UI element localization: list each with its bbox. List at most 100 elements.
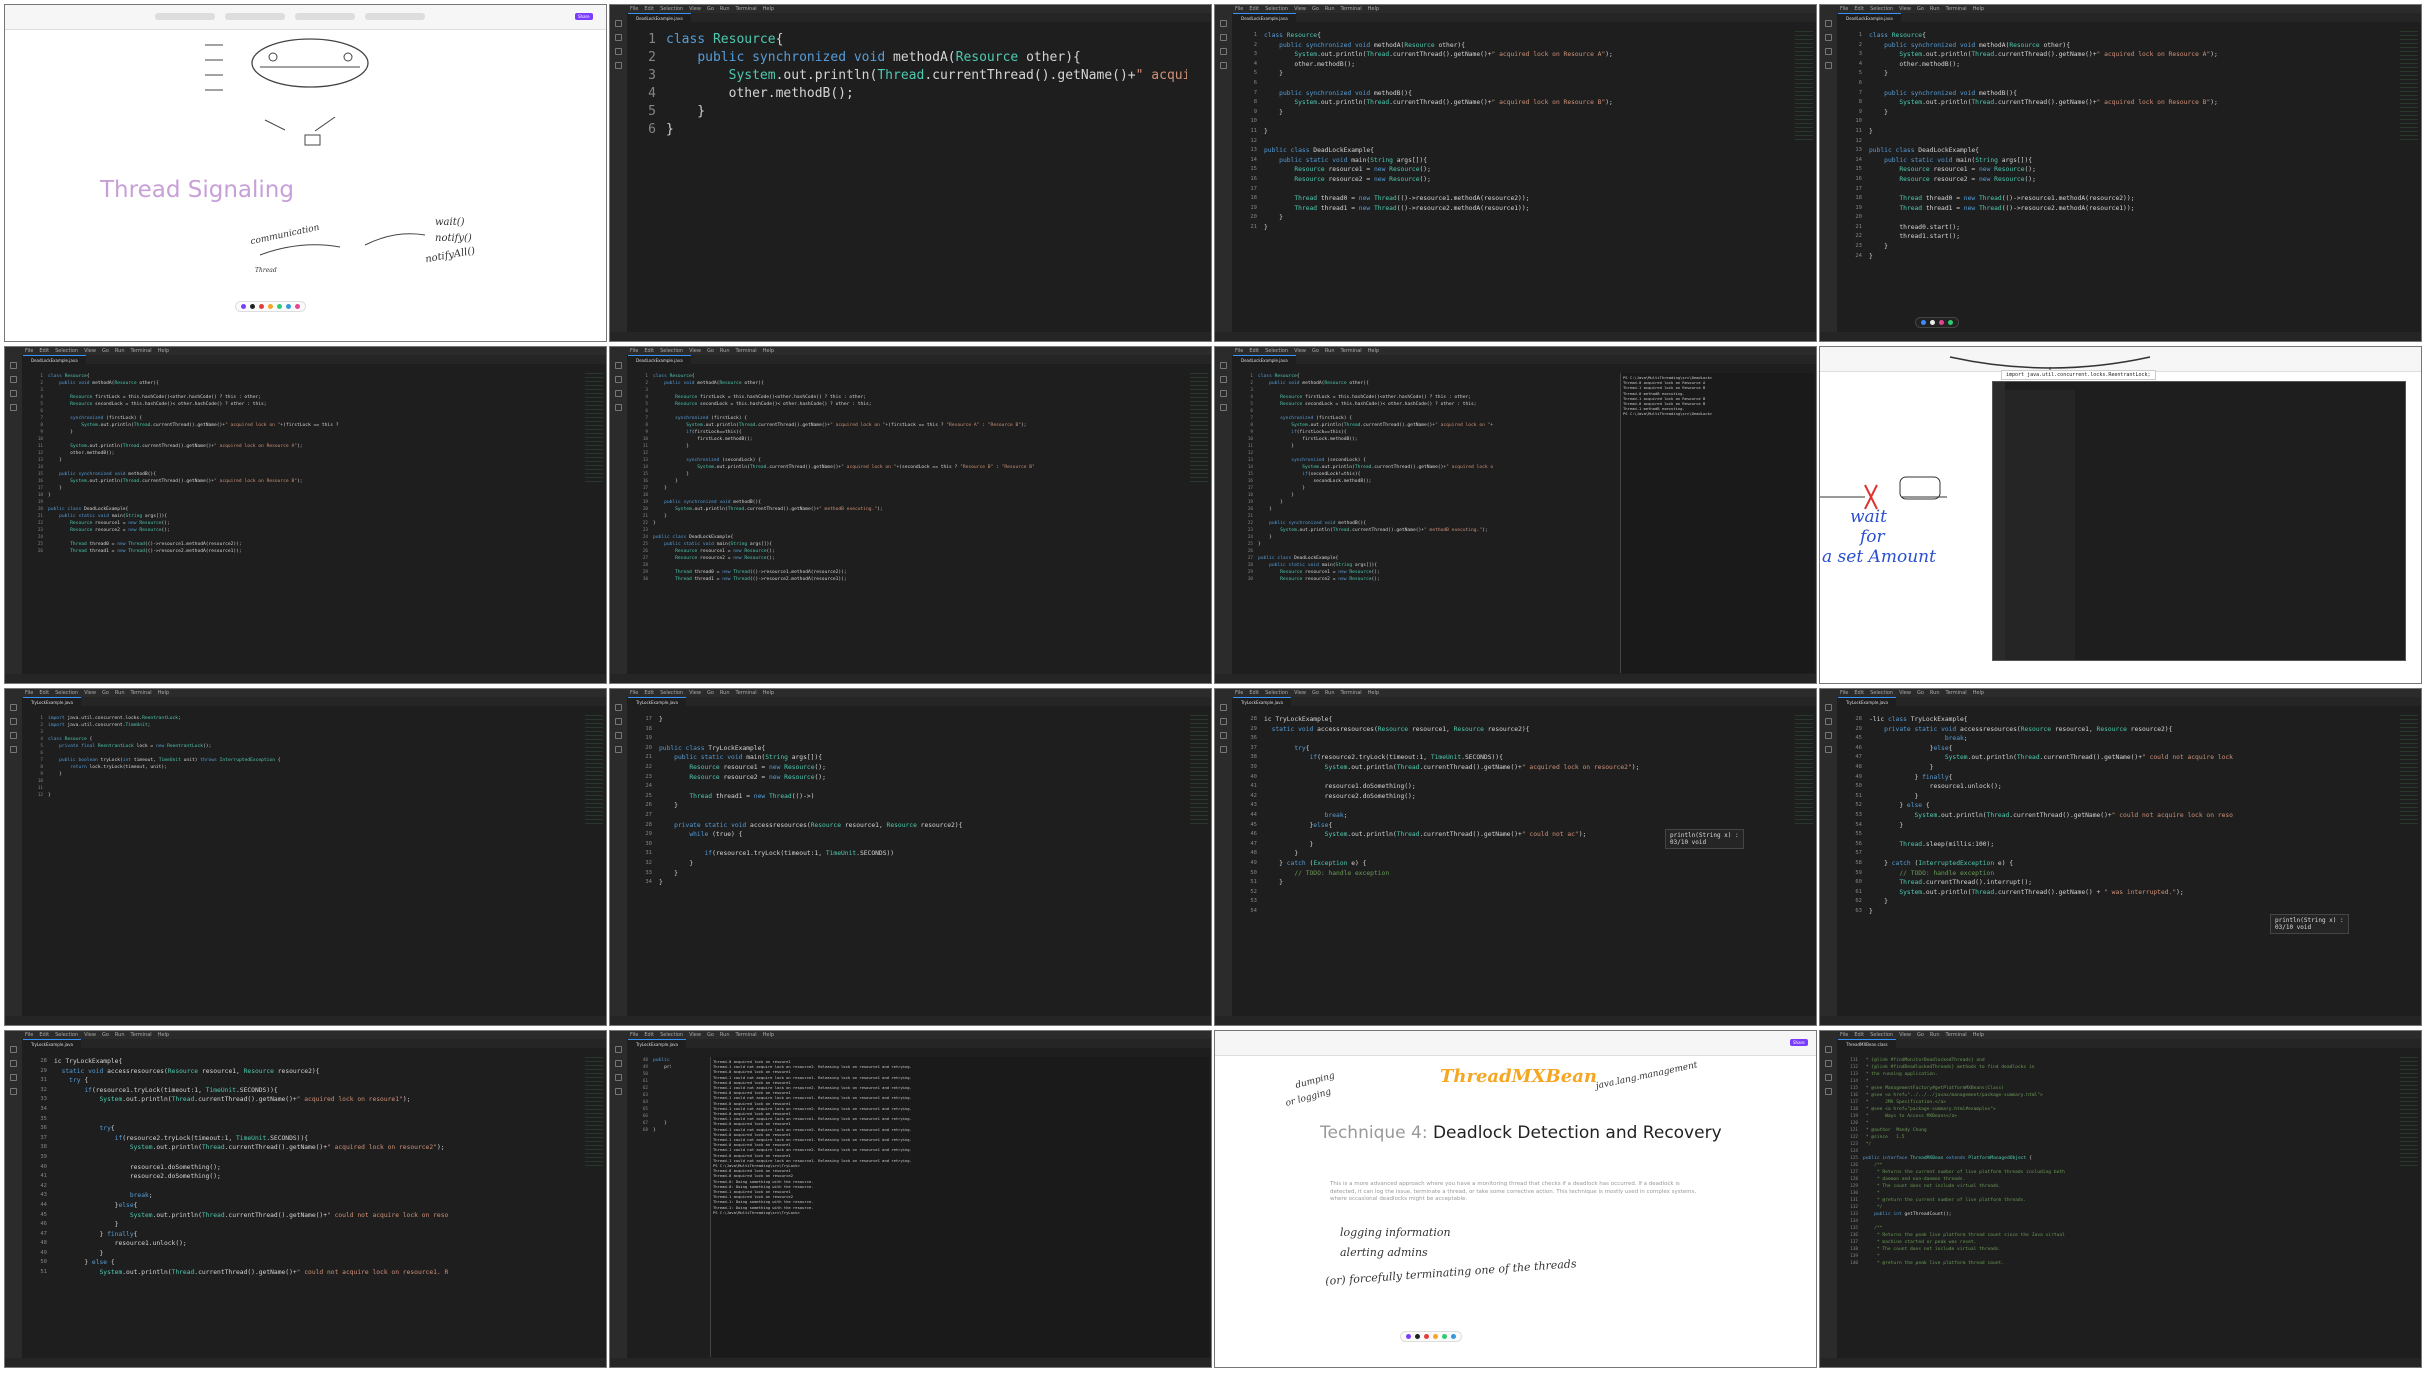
code-line[interactable]: 8 System.out.println(Thread.currentThrea… <box>23 422 582 429</box>
code-line[interactable]: 14 System.out.println(Thread.currentThre… <box>1233 464 1616 471</box>
tab-file[interactable]: ThreadMXBean.class <box>1838 1039 1896 1049</box>
code-line[interactable]: 8 System.out.println(Thread.currentThrea… <box>628 422 1187 429</box>
minimap[interactable] <box>1190 715 1208 825</box>
minimap[interactable] <box>1190 373 1208 483</box>
tab-file[interactable]: DeadLockExample.java <box>628 355 691 365</box>
code-line[interactable]: 14 public static void main(String args[]… <box>1838 156 2397 166</box>
code-line[interactable]: 26 Thread thread1 = new Thread(()->resou… <box>23 548 582 555</box>
code-line[interactable]: 52 <box>1233 888 1792 898</box>
menu-item[interactable]: Selection <box>660 1031 683 1039</box>
terminal-panel[interactable]: PS C:\Java\MultiThreading\src\DeadLock> T… <box>1620 373 1814 673</box>
search-icon[interactable] <box>1825 1060 1832 1067</box>
run-debug-icon[interactable] <box>615 1088 622 1095</box>
code-line[interactable]: 31 if(resource1.tryLock(timeout:1, TimeU… <box>628 849 1187 859</box>
source-control-icon[interactable] <box>615 1074 622 1081</box>
source-control-icon[interactable] <box>1220 732 1227 739</box>
code-line[interactable]: 56 Thread.sleep(millis:100); <box>1838 840 2397 850</box>
code-line[interactable]: 28 <box>628 562 1187 569</box>
code-line[interactable]: 128 * daemon and non-daemon threads. <box>1838 1176 2397 1183</box>
code-line[interactable]: 2 public void methodA(Resource other){ <box>1233 380 1616 387</box>
code-line[interactable]: 21 public static void main(String args[]… <box>23 513 582 520</box>
code-line[interactable]: 5 Resource secondLock = this.hashCode()<… <box>1233 401 1616 408</box>
code-line[interactable]: 49 } finally{ <box>1838 773 2397 783</box>
code-line[interactable]: 54 <box>1233 907 1792 917</box>
explorer-icon[interactable] <box>615 704 622 711</box>
menu-item[interactable]: File <box>1235 689 1243 697</box>
code-line[interactable]: 1 class Resource{ <box>1233 373 1616 380</box>
menu-item[interactable]: Selection <box>1870 1031 1893 1039</box>
code-line[interactable]: 10 firstLock.methodB(); <box>1233 436 1616 443</box>
code-line[interactable]: 2 import java.util.concurrent.TimeUnit; <box>23 722 582 729</box>
menu-item[interactable]: Edit <box>1249 5 1259 13</box>
code-line[interactable]: 4 other.methodB(); <box>1838 60 2397 70</box>
text-tool-icon[interactable] <box>1930 320 1935 325</box>
code-line[interactable]: 48 resource1.unlock(); <box>23 1239 582 1249</box>
run-debug-icon[interactable] <box>615 746 622 753</box>
code-line[interactable]: 39 <box>23 1153 582 1163</box>
code-line[interactable]: 22 thread1.start(); <box>1838 232 2397 242</box>
code-line[interactable]: 55 <box>1838 830 2397 840</box>
color-green-icon[interactable] <box>277 304 282 309</box>
menu-item[interactable]: File <box>1235 347 1243 355</box>
code-line[interactable]: 15 public synchronized void methodB(){ <box>23 471 582 478</box>
code-line[interactable]: 13 public class DeadLockExample{ <box>1233 146 1792 156</box>
code-line[interactable]: 4 Resource firstLock = this.hashCode()<o… <box>1233 394 1616 401</box>
run-debug-icon[interactable] <box>1220 404 1227 411</box>
code-line[interactable]: 46 }else{ <box>1838 744 2397 754</box>
menu-item[interactable]: Terminal <box>1946 1031 1967 1039</box>
menu-item[interactable]: View <box>84 689 96 697</box>
code-line[interactable]: 12 <box>1838 137 2397 147</box>
code-line[interactable]: 115 * @see ManagementFactory#getPlatform… <box>1838 1085 2397 1092</box>
code-line[interactable]: 26 Resource resource1 = new Resource(); <box>628 548 1187 555</box>
code-line[interactable]: 131 * @return the current number of live… <box>1838 1197 2397 1204</box>
menu-item[interactable]: Run <box>1930 1031 1940 1039</box>
code-line[interactable]: 12 <box>1233 137 1792 147</box>
menu-item[interactable]: Help <box>158 689 169 697</box>
menu-item[interactable]: Edit <box>39 1031 49 1039</box>
terminal-panel[interactable]: Thread-0 acquired lock on resoure1 Thread… <box>710 1057 1209 1357</box>
search-icon[interactable] <box>1220 718 1227 725</box>
menu-item[interactable]: Edit <box>644 5 654 13</box>
code-line[interactable]: 18 } <box>1233 492 1616 499</box>
run-debug-icon[interactable] <box>10 1088 17 1095</box>
menu-item[interactable]: Go <box>1917 689 1924 697</box>
tab-file[interactable]: DeadLockExample.java <box>1233 355 1296 365</box>
run-debug-icon[interactable] <box>10 404 17 411</box>
menu-item[interactable]: File <box>25 689 33 697</box>
menu-item[interactable]: Help <box>763 5 774 13</box>
menu-item[interactable]: File <box>630 1031 638 1039</box>
explorer-icon[interactable] <box>1825 20 1832 27</box>
code-line[interactable]: 125 public interface ThreadMXBean extends… <box>1838 1155 2397 1162</box>
menu-item[interactable]: View <box>84 347 96 355</box>
code-line[interactable]: 2 public synchronized void methodA(Resou… <box>628 49 1187 67</box>
code-line[interactable]: 3 <box>23 387 582 394</box>
menu-item[interactable]: Go <box>102 1031 109 1039</box>
code-line[interactable]: 50 } else { <box>23 1258 582 1268</box>
menu-item[interactable]: Go <box>102 347 109 355</box>
menu-item[interactable]: Help <box>158 347 169 355</box>
code-line[interactable]: 27 public class DeadLockExample{ <box>1233 555 1616 562</box>
code-line[interactable]: 134 <box>1838 1218 2397 1225</box>
menu-item[interactable]: Selection <box>1870 689 1893 697</box>
code-line[interactable]: 20 } <box>1233 213 1792 223</box>
code-area[interactable]: 1 import java.util.concurrent.locks.Reent… <box>23 715 582 1015</box>
code-line[interactable]: 30 Resource resource2 = new Resource(); <box>1233 576 1616 583</box>
code-line[interactable]: 68} <box>628 1127 671 1134</box>
code-line[interactable]: 1 class Resource{ <box>1233 31 1792 41</box>
menu-item[interactable]: Go <box>102 689 109 697</box>
code-line[interactable]: 3 System.out.println(Thread.currentThrea… <box>628 67 1187 85</box>
search-icon[interactable] <box>1825 34 1832 41</box>
menu-item[interactable]: View <box>1294 689 1306 697</box>
menu-item[interactable]: File <box>25 347 33 355</box>
menu-item[interactable]: Edit <box>1854 5 1864 13</box>
run-debug-icon[interactable] <box>1220 62 1227 69</box>
code-line[interactable]: 29 static void accessresources(Resource … <box>23 1067 582 1077</box>
code-line[interactable]: 21 public static void main(String args[]… <box>628 753 1187 763</box>
code-line[interactable]: 48 } <box>1233 849 1792 859</box>
menu-item[interactable]: Edit <box>644 689 654 697</box>
code-line[interactable]: 13 public class DeadLockExample{ <box>1838 146 2397 156</box>
search-icon[interactable] <box>1220 34 1227 41</box>
code-area[interactable]: 1 class Resource{2 public void methodA(Re… <box>23 373 582 673</box>
menu-item[interactable]: Go <box>707 689 714 697</box>
menu-item[interactable]: Selection <box>1265 689 1288 697</box>
